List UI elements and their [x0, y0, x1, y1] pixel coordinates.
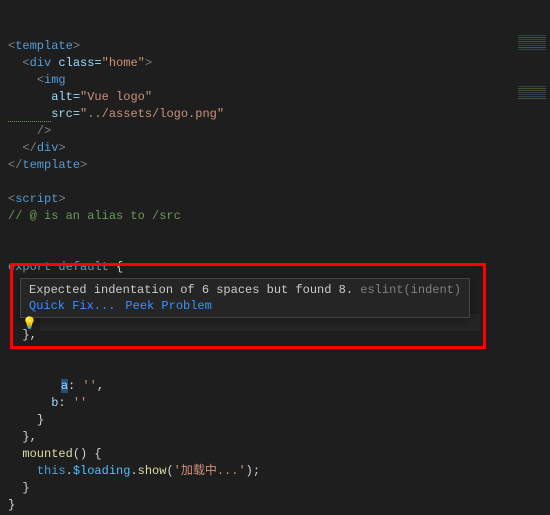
code-line — [8, 175, 15, 189]
code-line — [8, 226, 15, 240]
code-line: a: '', — [8, 379, 104, 393]
code-line: }, — [8, 430, 37, 444]
code-line — [8, 243, 15, 257]
quick-fix-link[interactable]: Quick Fix... — [29, 299, 115, 313]
code-line — [8, 362, 15, 376]
code-line: <script> — [8, 192, 66, 206]
code-line: <img — [8, 73, 66, 87]
code-line: } — [8, 481, 30, 495]
code-line: /> — [8, 124, 51, 138]
code-line — [8, 311, 15, 325]
code-editor[interactable]: <template> <div class="home"> <img alt="… — [0, 0, 550, 515]
code-line: src="../assets/logo.png" — [8, 107, 224, 122]
code-line: <template> — [8, 39, 80, 53]
lightbulb-icon[interactable]: 💡 — [22, 316, 37, 331]
code-line: alt="Vue logo" — [8, 90, 152, 104]
code-line: mounted() { — [8, 447, 102, 461]
code-line: </template> — [8, 158, 87, 172]
peek-problem-link[interactable]: Peek Problem — [125, 299, 211, 313]
code-line — [8, 345, 15, 359]
code-line: <div class="home"> — [8, 56, 152, 70]
code-line: this.$loading.show('加载中...'); — [8, 464, 260, 478]
minimap[interactable] — [514, 0, 550, 80]
code-line: </div> — [8, 141, 66, 155]
code-line: b: '' — [8, 396, 87, 410]
code-line: } — [8, 413, 44, 427]
code-line: // @ is an alias to /src — [8, 209, 181, 223]
code-line: } — [8, 498, 15, 512]
problem-hover-tooltip: Expected indentation of 6 spaces but fou… — [20, 278, 470, 318]
code-line: export default { — [8, 260, 123, 274]
problem-message: Expected indentation of 6 spaces but fou… — [29, 283, 353, 297]
problem-rule: eslint(indent) — [353, 283, 461, 297]
